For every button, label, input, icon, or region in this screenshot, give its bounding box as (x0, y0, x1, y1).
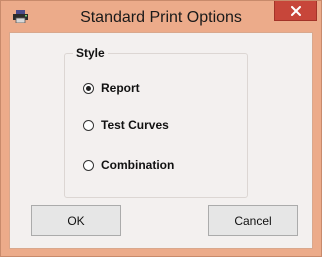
radio-test-curves-label[interactable]: Test Curves (101, 118, 169, 132)
radio-combination-label[interactable]: Combination (101, 158, 174, 172)
radio-selected-dot (86, 85, 91, 91)
radio-test-curves[interactable]: Test Curves (83, 117, 169, 133)
style-group-label: Style (73, 46, 108, 60)
cancel-button[interactable]: Cancel (208, 205, 298, 236)
close-button[interactable] (274, 1, 317, 21)
dialog-client-area: Style Report Test Curves Combination OK … (9, 32, 313, 249)
radio-combination-circle[interactable] (83, 159, 94, 171)
radio-report[interactable]: Report (83, 80, 140, 96)
radio-combination[interactable]: Combination (83, 157, 174, 173)
radio-report-label[interactable]: Report (101, 81, 140, 95)
radio-test-curves-circle[interactable] (83, 119, 94, 131)
radio-report-circle[interactable] (83, 82, 94, 94)
window-title: Standard Print Options (80, 9, 242, 26)
close-icon (291, 6, 301, 16)
ok-button[interactable]: OK (31, 205, 121, 236)
dialog-window: Standard Print Options Style Report Test… (0, 0, 322, 257)
